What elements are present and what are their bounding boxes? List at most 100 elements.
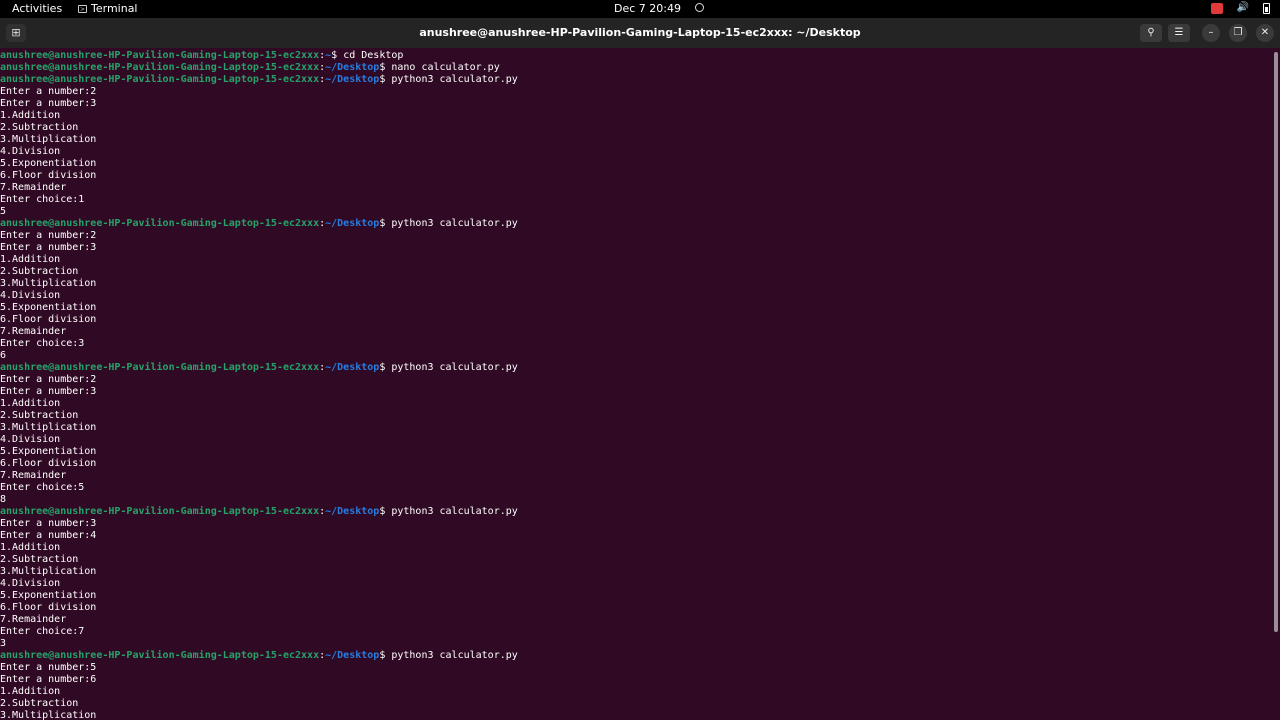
output-line: 3.Multiplication xyxy=(0,134,97,145)
output-line: 7.Remainder xyxy=(0,182,67,193)
window-title-bar[interactable]: ⊞ anushree@anushree-HP-Pavilion-Gaming-L… xyxy=(0,18,1280,48)
prompt-user-host: anushree@anushree-HP-Pavilion-Gaming-Lap… xyxy=(0,362,320,373)
prompt-command: $ python3 calculator.py xyxy=(379,74,518,85)
close-button[interactable]: ✕ xyxy=(1256,24,1274,42)
output-line: Enter choice:5 xyxy=(0,482,85,493)
scrollbar[interactable] xyxy=(1274,52,1278,632)
prompt-path: ~/Desktop xyxy=(325,218,380,229)
prompt-line: anushree@anushree-HP-Pavilion-Gaming-Lap… xyxy=(0,50,1272,62)
output-line: 3.Multiplication xyxy=(0,422,97,433)
prompt-line: anushree@anushree-HP-Pavilion-Gaming-Lap… xyxy=(0,506,1272,518)
output-line: 7.Remainder xyxy=(0,614,67,625)
output-line: 8 xyxy=(0,494,7,505)
prompt-command: $ python3 calculator.py xyxy=(379,650,518,661)
prompt-user-host: anushree@anushree-HP-Pavilion-Gaming-Lap… xyxy=(0,506,320,517)
output-line: 4.Division xyxy=(0,290,61,301)
close-icon: ✕ xyxy=(1260,27,1270,38)
output-line: 2.Subtraction xyxy=(0,410,79,421)
prompt-command: $ python3 calculator.py xyxy=(379,362,518,373)
volume-icon[interactable]: 🔊 xyxy=(1237,2,1249,14)
prompt-user-host: anushree@anushree-HP-Pavilion-Gaming-Lap… xyxy=(0,62,320,73)
output-line: 4.Division xyxy=(0,578,61,589)
alarm-icon xyxy=(694,3,704,12)
output-line: 1.Addition xyxy=(0,254,61,265)
output-line: 5.Exponentiation xyxy=(0,446,97,457)
output-line: 5.Exponentiation xyxy=(0,302,97,313)
prompt-path: ~/Desktop xyxy=(325,362,380,373)
output-line: Enter a number:5 xyxy=(0,662,97,673)
search-icon: ⚲ xyxy=(1147,27,1155,38)
prompt-line: anushree@anushree-HP-Pavilion-Gaming-Lap… xyxy=(0,362,1272,374)
prompt-user-host: anushree@anushree-HP-Pavilion-Gaming-Lap… xyxy=(0,218,320,229)
output-line: 1.Addition xyxy=(0,110,61,121)
output-line: Enter a number:2 xyxy=(0,86,97,97)
output-line: 2.Subtraction xyxy=(0,266,79,277)
output-line: 1.Addition xyxy=(0,542,61,553)
minimize-icon: – xyxy=(1208,27,1214,38)
prompt-path: ~/Desktop xyxy=(325,62,380,73)
clock[interactable]: Dec 7 20:49 xyxy=(614,2,704,15)
output-line: 7.Remainder xyxy=(0,326,67,337)
prompt-line: anushree@anushree-HP-Pavilion-Gaming-Lap… xyxy=(0,62,1272,74)
output-line: 3.Multiplication xyxy=(0,566,97,577)
screen-record-icon[interactable] xyxy=(1210,2,1223,14)
hamburger-icon: ☰ xyxy=(1174,27,1184,38)
output-line: Enter a number:3 xyxy=(0,386,97,397)
output-line: Enter choice:1 xyxy=(0,194,85,205)
output-line: 3.Multiplication xyxy=(0,710,97,720)
output-line: Enter a number:2 xyxy=(0,374,97,385)
prompt-line: anushree@anushree-HP-Pavilion-Gaming-Lap… xyxy=(0,218,1272,230)
output-line: Enter a number:3 xyxy=(0,242,97,253)
output-line: Enter choice:3 xyxy=(0,338,85,349)
output-line: 6 xyxy=(0,350,7,361)
window-title: anushree@anushree-HP-Pavilion-Gaming-Lap… xyxy=(419,26,861,39)
prompt-user-host: anushree@anushree-HP-Pavilion-Gaming-Lap… xyxy=(0,50,320,61)
terminal-icon: > xyxy=(78,4,87,13)
output-line: 6.Floor division xyxy=(0,314,97,325)
output-line: 4.Division xyxy=(0,434,61,445)
search-button[interactable]: ⚲ xyxy=(1140,24,1162,42)
output-line: Enter a number:6 xyxy=(0,674,97,685)
prompt-line: anushree@anushree-HP-Pavilion-Gaming-Lap… xyxy=(0,650,1272,662)
output-line: Enter a number:3 xyxy=(0,98,97,109)
minimize-button[interactable]: – xyxy=(1202,24,1220,42)
output-line: 2.Subtraction xyxy=(0,122,79,133)
output-line: 6.Floor division xyxy=(0,458,97,469)
output-line: Enter choice:7 xyxy=(0,626,85,637)
output-line: 5.Exponentiation xyxy=(0,158,97,169)
output-line: 6.Floor division xyxy=(0,170,97,181)
prompt-command: $ cd Desktop xyxy=(331,50,404,61)
output-line: 1.Addition xyxy=(0,686,61,697)
system-top-bar: Activities > Terminal Dec 7 20:49 🔊 xyxy=(0,0,1280,18)
output-line: Enter a number:3 xyxy=(0,518,97,529)
output-line: 3.Multiplication xyxy=(0,278,97,289)
prompt-command: $ python3 calculator.py xyxy=(379,218,518,229)
prompt-path: ~/Desktop xyxy=(325,74,380,85)
maximize-button[interactable]: ❐ xyxy=(1229,24,1247,42)
prompt-user-host: anushree@anushree-HP-Pavilion-Gaming-Lap… xyxy=(0,650,320,661)
output-line: 1.Addition xyxy=(0,398,61,409)
restore-icon: ❐ xyxy=(1233,27,1243,38)
prompt-user-host: anushree@anushree-HP-Pavilion-Gaming-Lap… xyxy=(0,74,320,85)
system-tray[interactable]: 🔊 xyxy=(1210,2,1270,14)
output-line: 3 xyxy=(0,638,7,649)
app-menu[interactable]: > Terminal xyxy=(78,2,138,15)
output-line: 7.Remainder xyxy=(0,470,67,481)
output-line: 5 xyxy=(0,206,7,217)
app-name: Terminal xyxy=(91,2,138,15)
output-line: 6.Floor division xyxy=(0,602,97,613)
output-line: Enter a number:4 xyxy=(0,530,97,541)
prompt-path: ~/Desktop xyxy=(325,506,380,517)
output-line: 2.Subtraction xyxy=(0,554,79,565)
output-line: Enter a number:2 xyxy=(0,230,97,241)
prompt-command: $ nano calculator.py xyxy=(379,62,500,73)
output-line: 2.Subtraction xyxy=(0,698,79,709)
menu-button[interactable]: ☰ xyxy=(1168,24,1190,42)
activities-button[interactable]: Activities xyxy=(12,2,62,15)
battery-icon[interactable] xyxy=(1263,2,1270,14)
prompt-command: $ python3 calculator.py xyxy=(379,506,518,517)
terminal-output[interactable]: anushree@anushree-HP-Pavilion-Gaming-Lap… xyxy=(0,50,1272,720)
output-line: 5.Exponentiation xyxy=(0,590,97,601)
datetime: Dec 7 20:49 xyxy=(614,2,681,15)
output-line: 4.Division xyxy=(0,146,61,157)
